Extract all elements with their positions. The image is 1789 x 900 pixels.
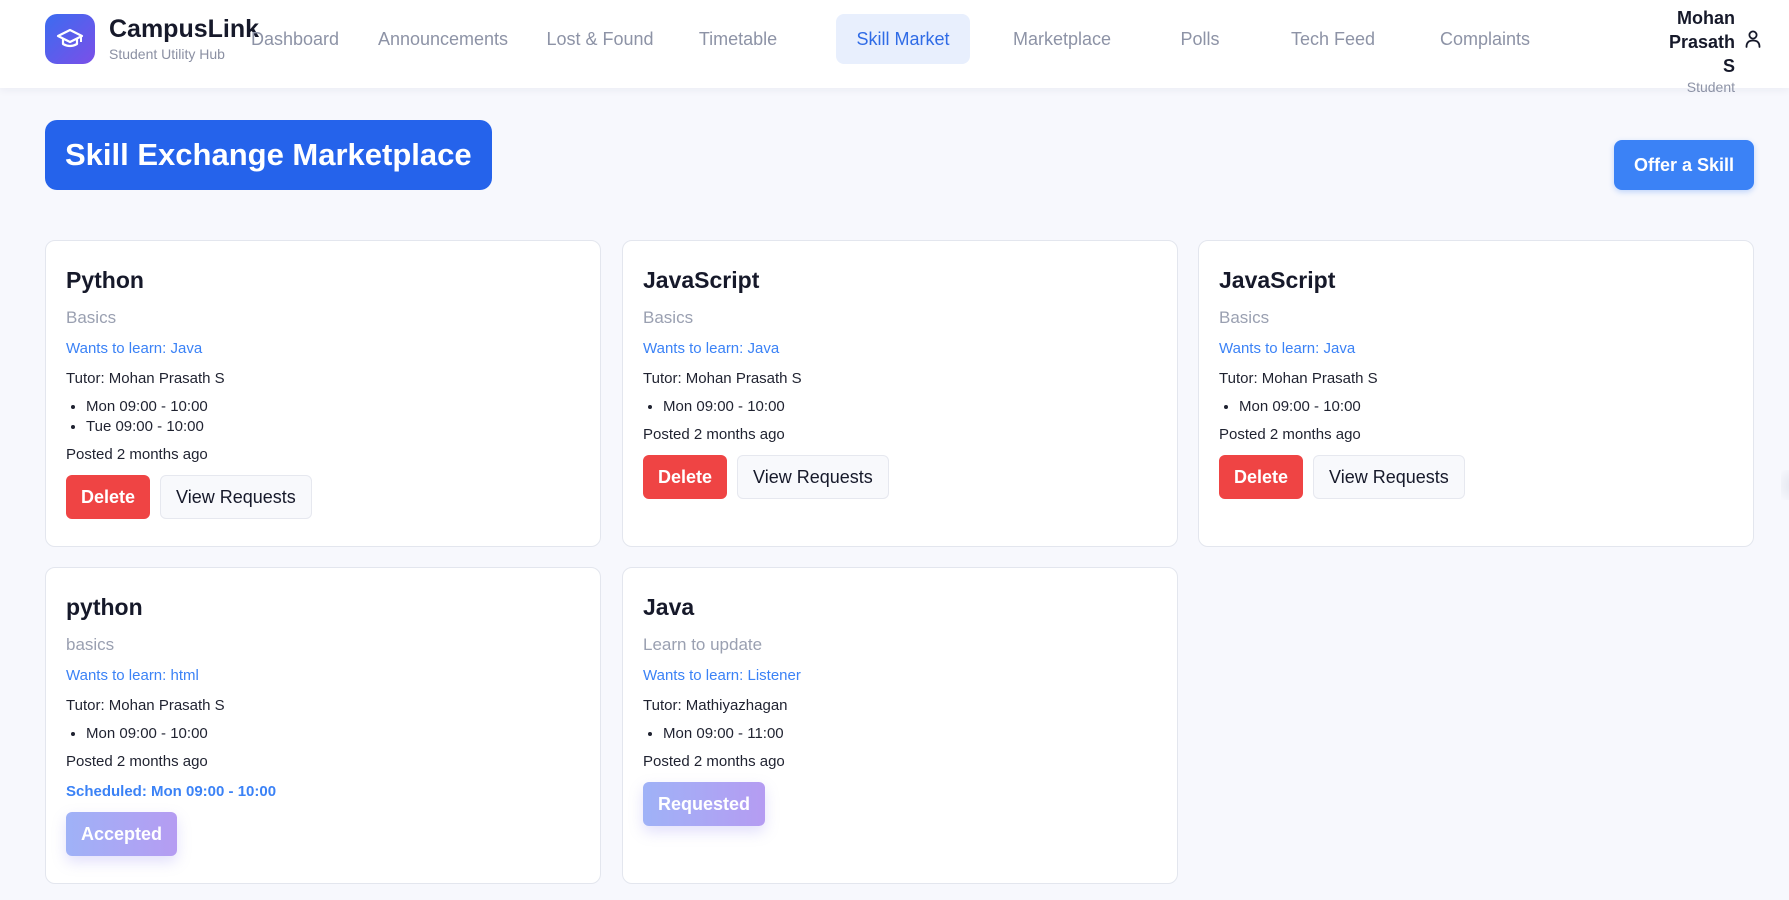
skill-title: JavaScript bbox=[1219, 267, 1336, 293]
requested-status-button[interactable]: Requested bbox=[643, 782, 766, 826]
time-slot: Mon 09:00 - 10:00 bbox=[1239, 397, 1733, 417]
user-role: Student bbox=[1686, 79, 1735, 95]
time-slots: Mon 09:00 - 10:00 Tue 09:00 - 10:00 bbox=[66, 397, 580, 437]
posted-time: Posted 2 months ago bbox=[1219, 426, 1361, 443]
tutor-name: Tutor: Mathiyazhagan bbox=[643, 697, 788, 714]
edge-shadow bbox=[1781, 470, 1789, 500]
brand[interactable]: CampusLink Student Utility Hub bbox=[45, 14, 259, 64]
delete-button[interactable]: Delete bbox=[643, 455, 728, 499]
wants-to-learn: Wants to learn: Java bbox=[643, 340, 780, 357]
skill-card: JavaScript Basics Wants to learn: Java T… bbox=[622, 240, 1178, 547]
page-title: Skill Exchange Marketplace bbox=[45, 120, 492, 190]
time-slots: Mon 09:00 - 11:00 bbox=[643, 724, 1157, 744]
nav-skill-market[interactable]: Skill Market bbox=[836, 14, 970, 64]
view-requests-button[interactable]: View Requests bbox=[160, 475, 312, 519]
top-navbar: CampusLink Student Utility Hub Dashboard… bbox=[0, 0, 1789, 95]
skill-card: Java Learn to update Wants to learn: Lis… bbox=[622, 567, 1178, 884]
brand-subtitle: Student Utility Hub bbox=[109, 46, 225, 62]
wants-to-learn: Wants to learn: Java bbox=[1219, 340, 1356, 357]
user-name: Mohan Prasath S bbox=[1668, 8, 1735, 76]
wants-to-learn: Wants to learn: html bbox=[66, 667, 199, 684]
time-slot: Mon 09:00 - 11:00 bbox=[663, 724, 1157, 744]
posted-time: Posted 2 months ago bbox=[643, 426, 785, 443]
time-slot: Mon 09:00 - 10:00 bbox=[86, 397, 580, 417]
time-slots: Mon 09:00 - 10:00 bbox=[643, 397, 1157, 417]
tutor-name: Tutor: Mohan Prasath S bbox=[66, 697, 225, 714]
nav-polls[interactable]: Polls bbox=[1170, 14, 1230, 64]
main-nav: Dashboard Announcements Lost & Found Tim… bbox=[250, 14, 1532, 64]
tutor-name: Tutor: Mohan Prasath S bbox=[643, 370, 802, 387]
nav-lost-found[interactable]: Lost & Found bbox=[538, 14, 662, 64]
time-slots: Mon 09:00 - 10:00 bbox=[1219, 397, 1733, 417]
skill-description: Basics bbox=[1219, 308, 1270, 327]
skill-card: Python Basics Wants to learn: Java Tutor… bbox=[45, 240, 601, 547]
wants-to-learn: Wants to learn: Listener bbox=[643, 667, 801, 684]
scheduled-time: Scheduled: Mon 09:00 - 10:00 bbox=[66, 783, 277, 800]
delete-button[interactable]: Delete bbox=[1219, 455, 1304, 499]
skill-description: Learn to update bbox=[643, 635, 763, 654]
view-requests-button[interactable]: View Requests bbox=[1313, 455, 1465, 499]
posted-time: Posted 2 months ago bbox=[66, 446, 208, 463]
tutor-name: Tutor: Mohan Prasath S bbox=[1219, 370, 1378, 387]
view-requests-button[interactable]: View Requests bbox=[737, 455, 889, 499]
posted-time: Posted 2 months ago bbox=[643, 753, 785, 770]
time-slot: Mon 09:00 - 10:00 bbox=[663, 397, 1157, 417]
user-profile[interactable]: Mohan Prasath S Student bbox=[1655, 6, 1761, 96]
skill-title: Java bbox=[643, 594, 695, 620]
nav-dashboard[interactable]: Dashboard bbox=[250, 14, 340, 64]
graduation-cap-icon bbox=[45, 14, 95, 64]
brand-name: CampusLink bbox=[109, 15, 260, 43]
nav-timetable[interactable]: Timetable bbox=[688, 14, 788, 64]
offer-skill-button[interactable]: Offer a Skill bbox=[1613, 140, 1754, 190]
time-slot: Tue 09:00 - 10:00 bbox=[86, 417, 580, 437]
tutor-name: Tutor: Mohan Prasath S bbox=[66, 370, 225, 387]
skill-card: python basics Wants to learn: html Tutor… bbox=[45, 567, 601, 884]
skill-title: Python bbox=[66, 267, 144, 293]
accepted-status-button[interactable]: Accepted bbox=[66, 812, 178, 856]
time-slots: Mon 09:00 - 10:00 bbox=[66, 724, 580, 744]
skill-card: JavaScript Basics Wants to learn: Java T… bbox=[1198, 240, 1754, 547]
skill-description: Basics bbox=[643, 308, 694, 327]
wants-to-learn: Wants to learn: Java bbox=[66, 340, 203, 357]
skill-title: JavaScript bbox=[643, 267, 760, 293]
skill-description: basics bbox=[66, 635, 115, 654]
nav-announcements[interactable]: Announcements bbox=[370, 14, 516, 64]
time-slot: Mon 09:00 - 10:00 bbox=[86, 724, 580, 744]
nav-complaints[interactable]: Complaints bbox=[1438, 14, 1532, 64]
skill-title: python bbox=[66, 594, 143, 620]
skill-description: Basics bbox=[66, 308, 117, 327]
delete-button[interactable]: Delete bbox=[66, 475, 151, 519]
nav-marketplace[interactable]: Marketplace bbox=[1008, 14, 1116, 64]
nav-tech-feed[interactable]: Tech Feed bbox=[1290, 14, 1376, 64]
posted-time: Posted 2 months ago bbox=[66, 753, 208, 770]
user-icon[interactable] bbox=[1745, 30, 1761, 53]
